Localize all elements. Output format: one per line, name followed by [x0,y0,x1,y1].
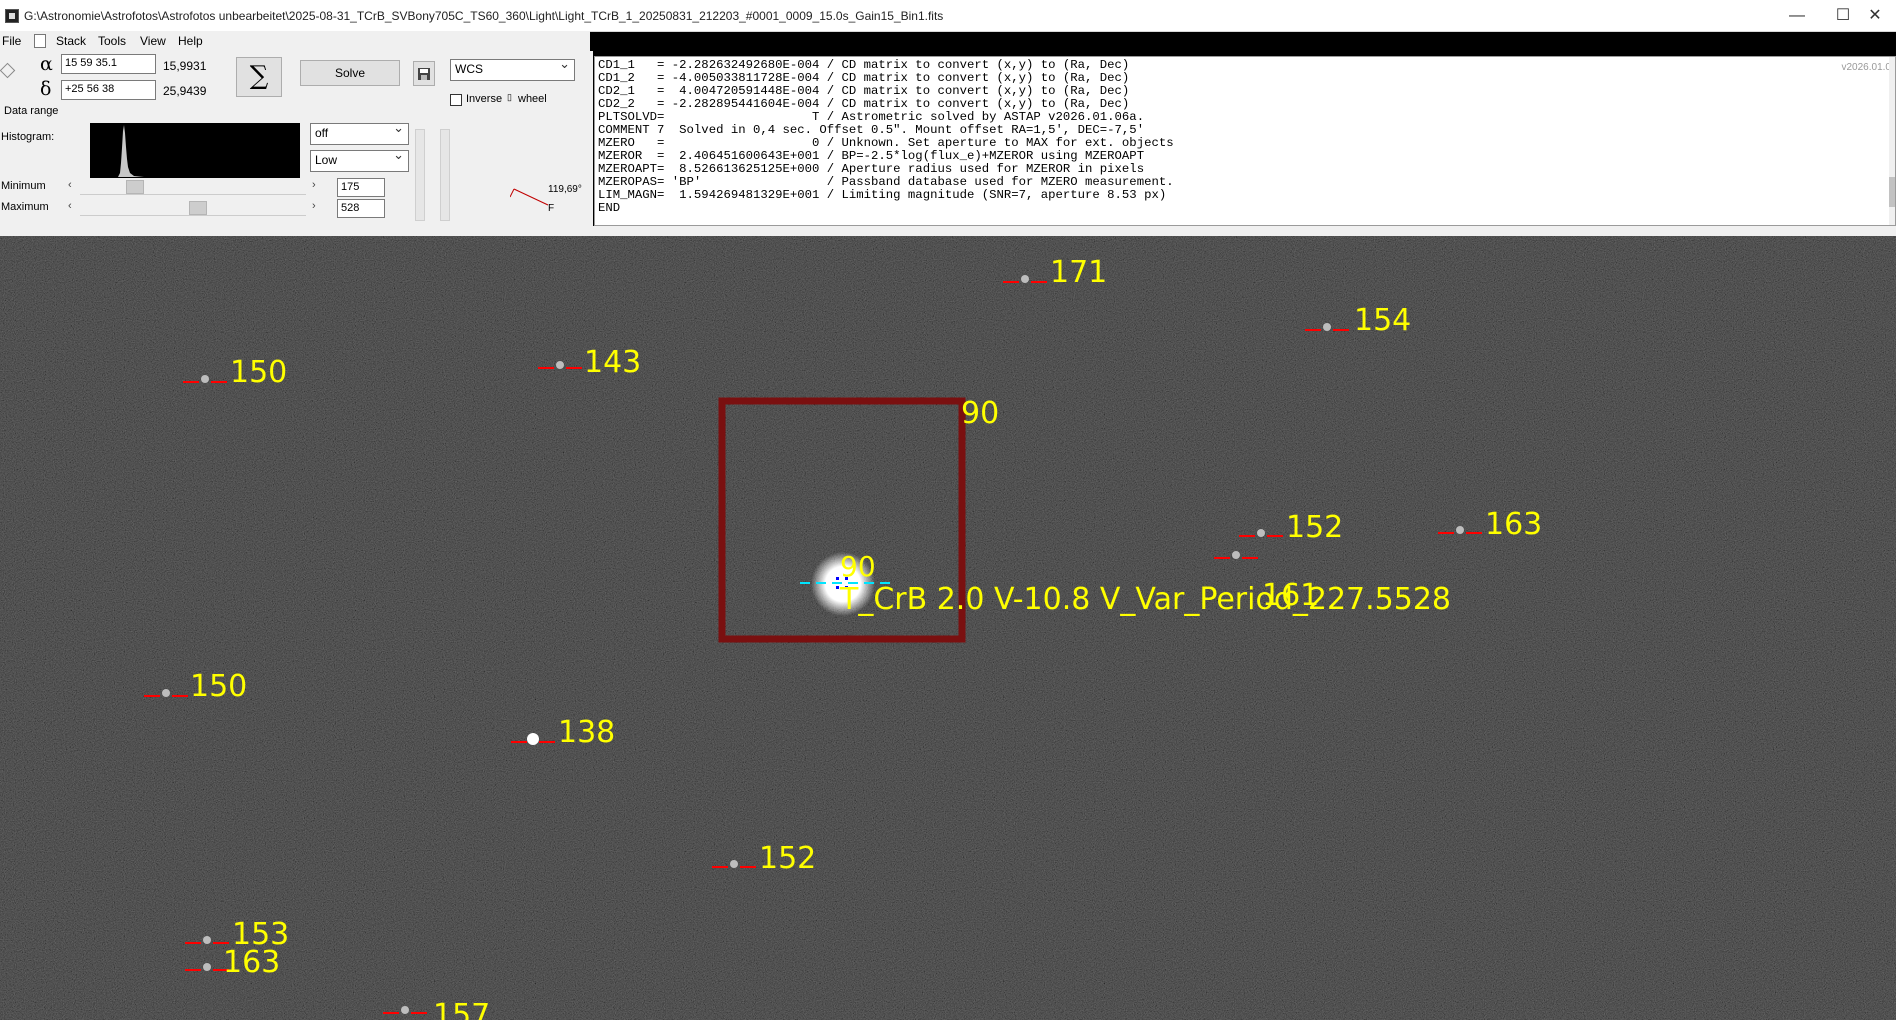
header-scrollbar[interactable] [1889,57,1895,225]
star-dot [730,860,738,868]
star-dot [201,375,209,383]
star-dot [1257,529,1265,537]
star-magnitude-label: 171 [1050,255,1107,290]
star-field[interactable]: 171154150 143152 163161150138152153163157 … [0,236,1896,1020]
star-magnitude-label: 138 [558,715,615,750]
stack-icon [34,34,46,48]
minimum-left-arrow[interactable]: ‹ [68,179,72,191]
star-dot [401,1006,409,1014]
dec-input[interactable]: +25 56 38 [61,80,156,100]
minimum-label: Minimum [1,180,46,192]
histogram-mode-dropdown[interactable]: off [310,120,409,145]
save-button[interactable] [413,61,435,86]
fits-header-text[interactable]: CD1_1 = -2.282632492680E-004 / CD matrix… [598,59,1174,215]
close-button[interactable]: ✕ [1852,0,1896,31]
histogram-label: Histogram: [1,131,55,143]
minimize-button[interactable]: — [1774,0,1820,31]
ra-decimal: 15,9931 [163,59,207,73]
minimum-input[interactable]: 175 [337,178,385,197]
menu-help[interactable]: Help [178,34,203,48]
dec-decimal: 25,9439 [163,84,207,98]
target-inner-label: 90 [840,550,876,583]
minimum-slider[interactable] [80,180,306,195]
wheel-label: wheel [518,93,547,105]
pointer-icon[interactable] [0,62,16,79]
inverse-label: Inverse [466,93,503,105]
app-icon [5,9,19,23]
star-magnitude-label: 143 [584,345,641,380]
star-dot [203,936,211,944]
wcs-dropdown[interactable]: WCS [450,56,575,81]
save-icon [418,68,430,80]
solve-button[interactable]: Solve [300,60,400,86]
panel-splitter[interactable] [0,226,1896,236]
box-magnitude-label: 90 [961,396,999,431]
star-dot [203,963,211,971]
menu-stack[interactable]: Stack [56,34,86,48]
menu-view[interactable]: View [140,34,166,48]
star-dot [527,733,539,745]
menu-tools[interactable]: Tools [98,34,126,48]
star-magnitude-label: 152 [1286,510,1343,545]
star-magnitude-label: 150 [230,355,287,390]
stretch-dropdown[interactable]: Low [310,147,409,172]
orientation-angle: 119,69° [548,184,582,195]
delta-symbol: δ [40,78,52,100]
fits-image-view[interactable]: 171 154 150 143 152 163 161 150 138 152 153 163 157 … [0,236,1896,1020]
fits-header-panel[interactable]: CD1_1 = -2.282632492680E-004 / CD matrix… [594,56,1896,226]
star-dot [1232,551,1240,559]
menu-bar: File Stack Tools View Help [0,31,590,51]
star-magnitude-label: 154 [1354,303,1411,338]
star-dot [1021,275,1029,283]
star-dot [1456,526,1464,534]
ra-input[interactable]: 15 59 35.1 [61,54,156,74]
minimum-slider-thumb[interactable] [126,180,144,194]
alpha-symbol: α [40,53,53,75]
target-annotation: T_CrB 2.0 V-10.8 V_Var_Period_227.5528 [839,582,1451,617]
maximum-input[interactable]: 528 [337,199,385,218]
data-range-label: Data range [4,105,59,117]
mouse-icon: ▯ [507,92,512,102]
control-panel: α 15 59 35.1 15,9931 δ +25 56 38 25,9439… [0,51,593,226]
vertical-slider-2[interactable] [440,129,450,221]
star-magnitude-label: 163 [1485,507,1542,542]
window-title: G:\Astronomie\Astrofotos\Astrofotos unbe… [24,9,944,23]
sigma-button[interactable]: ∑ [236,57,282,97]
maximum-slider-thumb[interactable] [189,201,207,215]
star-dot [1323,323,1331,331]
maximum-slider[interactable] [80,201,306,216]
star-magnitude-label: 152 [759,841,816,876]
maximum-right-arrow[interactable]: › [312,200,316,212]
star-dot [162,689,170,697]
maximum-left-arrow[interactable]: ‹ [68,200,72,212]
menu-file[interactable]: File [2,34,21,48]
vertical-slider-1[interactable] [415,129,425,221]
star-magnitude-label: 157 [433,998,490,1020]
star-dot [556,361,564,369]
minimum-right-arrow[interactable]: › [312,179,316,191]
histogram-plot[interactable] [90,123,300,178]
inverse-checkbox[interactable] [450,94,462,106]
title-bar: G:\Astronomie\Astrofotos\Astrofotos unbe… [0,0,1896,32]
maximum-label: Maximum [1,201,49,213]
orientation-f-label: F [548,203,555,214]
star-magnitude-label: 163 [223,945,280,980]
star-magnitude-label: 150 [190,669,247,704]
noise-background [0,236,1896,1020]
version-label: v2026.01.0 [1841,62,1892,73]
